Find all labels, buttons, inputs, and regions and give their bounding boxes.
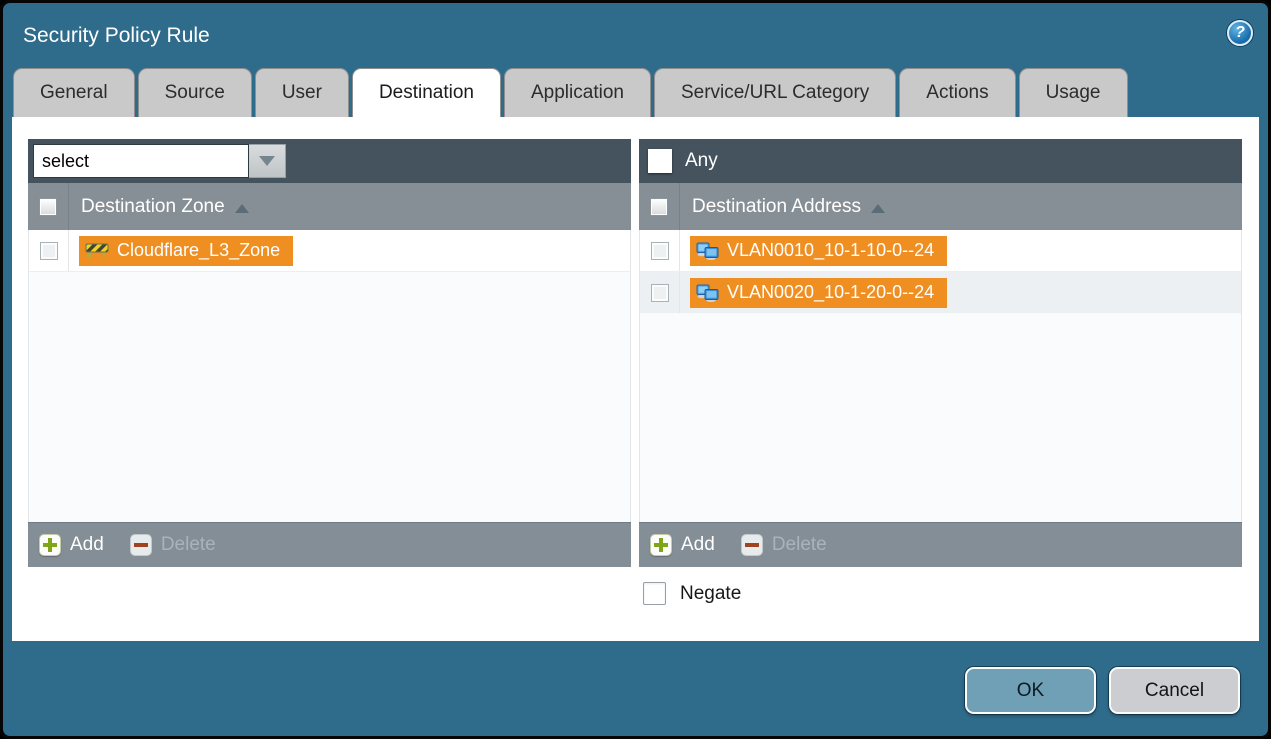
zone-panel-footer: Add Delete — [28, 522, 631, 567]
tab-usage[interactable]: Usage — [1019, 68, 1128, 117]
address-panel-footer: Add Delete — [639, 522, 1242, 567]
ok-button[interactable]: OK — [965, 667, 1096, 714]
address-label: VLAN0010_10-1-10-0--24 — [727, 240, 934, 261]
address-column-header: Destination Address — [639, 183, 1242, 230]
destination-zone-panel: Destination Zone — [28, 139, 631, 567]
address-row: VLAN0010_10-1-10-0--24 — [640, 230, 1241, 272]
address-row-checkbox[interactable] — [651, 284, 669, 302]
dialog-footer: OK Cancel — [3, 641, 1268, 714]
sort-ascending-icon[interactable] — [871, 204, 885, 213]
column-label-destination-address[interactable]: Destination Address — [692, 196, 861, 218]
column-label-destination-zone[interactable]: Destination Zone — [81, 196, 225, 218]
select-all-addresses-checkbox[interactable] — [650, 198, 668, 216]
add-address-button[interactable]: Add — [650, 534, 715, 556]
cancel-button[interactable]: Cancel — [1109, 667, 1240, 714]
address-entry[interactable]: VLAN0020_10-1-20-0--24 — [690, 278, 947, 308]
zone-row-checkbox[interactable] — [40, 242, 58, 260]
zone-filter-dropdown-button[interactable] — [249, 144, 286, 178]
dialog-title: Security Policy Rule — [23, 24, 210, 48]
zone-row: Cloudflare_L3_Zone — [29, 230, 630, 272]
tab-content: Destination Zone — [12, 117, 1259, 641]
security-policy-rule-dialog: Security Policy Rule ? General Source Us… — [0, 0, 1271, 739]
tab-service-url-category[interactable]: Service/URL Category — [654, 68, 896, 117]
sort-ascending-icon[interactable] — [235, 204, 249, 213]
chevron-down-icon — [259, 156, 275, 166]
any-label: Any — [685, 150, 718, 172]
add-zone-button[interactable]: Add — [39, 534, 104, 556]
minus-icon — [741, 534, 763, 556]
negate-label: Negate — [680, 583, 741, 605]
any-header: Any — [639, 139, 1242, 183]
delete-zone-button[interactable]: Delete — [130, 534, 216, 556]
plus-icon — [650, 534, 672, 556]
zone-filter-input[interactable] — [33, 144, 249, 178]
address-list: VLAN0010_10-1-10-0--24 — [639, 230, 1242, 522]
zone-list: Cloudflare_L3_Zone — [28, 230, 631, 522]
title-bar: Security Policy Rule ? — [3, 3, 1268, 68]
select-all-zones-checkbox[interactable] — [39, 198, 57, 216]
destination-address-panel: Any Destination Address — [639, 139, 1242, 567]
zone-entry[interactable]: Cloudflare_L3_Zone — [79, 236, 293, 266]
tab-source[interactable]: Source — [138, 68, 252, 117]
address-row-checkbox[interactable] — [651, 242, 669, 260]
zone-icon — [85, 242, 109, 259]
tab-general[interactable]: General — [13, 68, 135, 117]
address-icon — [696, 284, 719, 302]
address-label: VLAN0020_10-1-20-0--24 — [727, 282, 934, 303]
tab-application[interactable]: Application — [504, 68, 651, 117]
tab-bar: General Source User Destination Applicat… — [3, 68, 1268, 117]
zone-column-header: Destination Zone — [28, 183, 631, 230]
delete-address-button[interactable]: Delete — [741, 534, 827, 556]
tab-actions[interactable]: Actions — [899, 68, 1015, 117]
minus-icon — [130, 534, 152, 556]
zone-label: Cloudflare_L3_Zone — [117, 240, 280, 261]
tab-destination[interactable]: Destination — [352, 68, 501, 117]
negate-row: Negate — [643, 582, 1243, 605]
address-icon — [696, 242, 719, 260]
any-checkbox[interactable] — [648, 149, 672, 173]
tab-user[interactable]: User — [255, 68, 349, 117]
address-entry[interactable]: VLAN0010_10-1-10-0--24 — [690, 236, 947, 266]
negate-checkbox[interactable] — [643, 582, 666, 605]
help-icon[interactable]: ? — [1227, 20, 1253, 46]
address-row: VLAN0020_10-1-20-0--24 — [640, 272, 1241, 314]
zone-filter-bar — [28, 139, 631, 183]
plus-icon — [39, 534, 61, 556]
